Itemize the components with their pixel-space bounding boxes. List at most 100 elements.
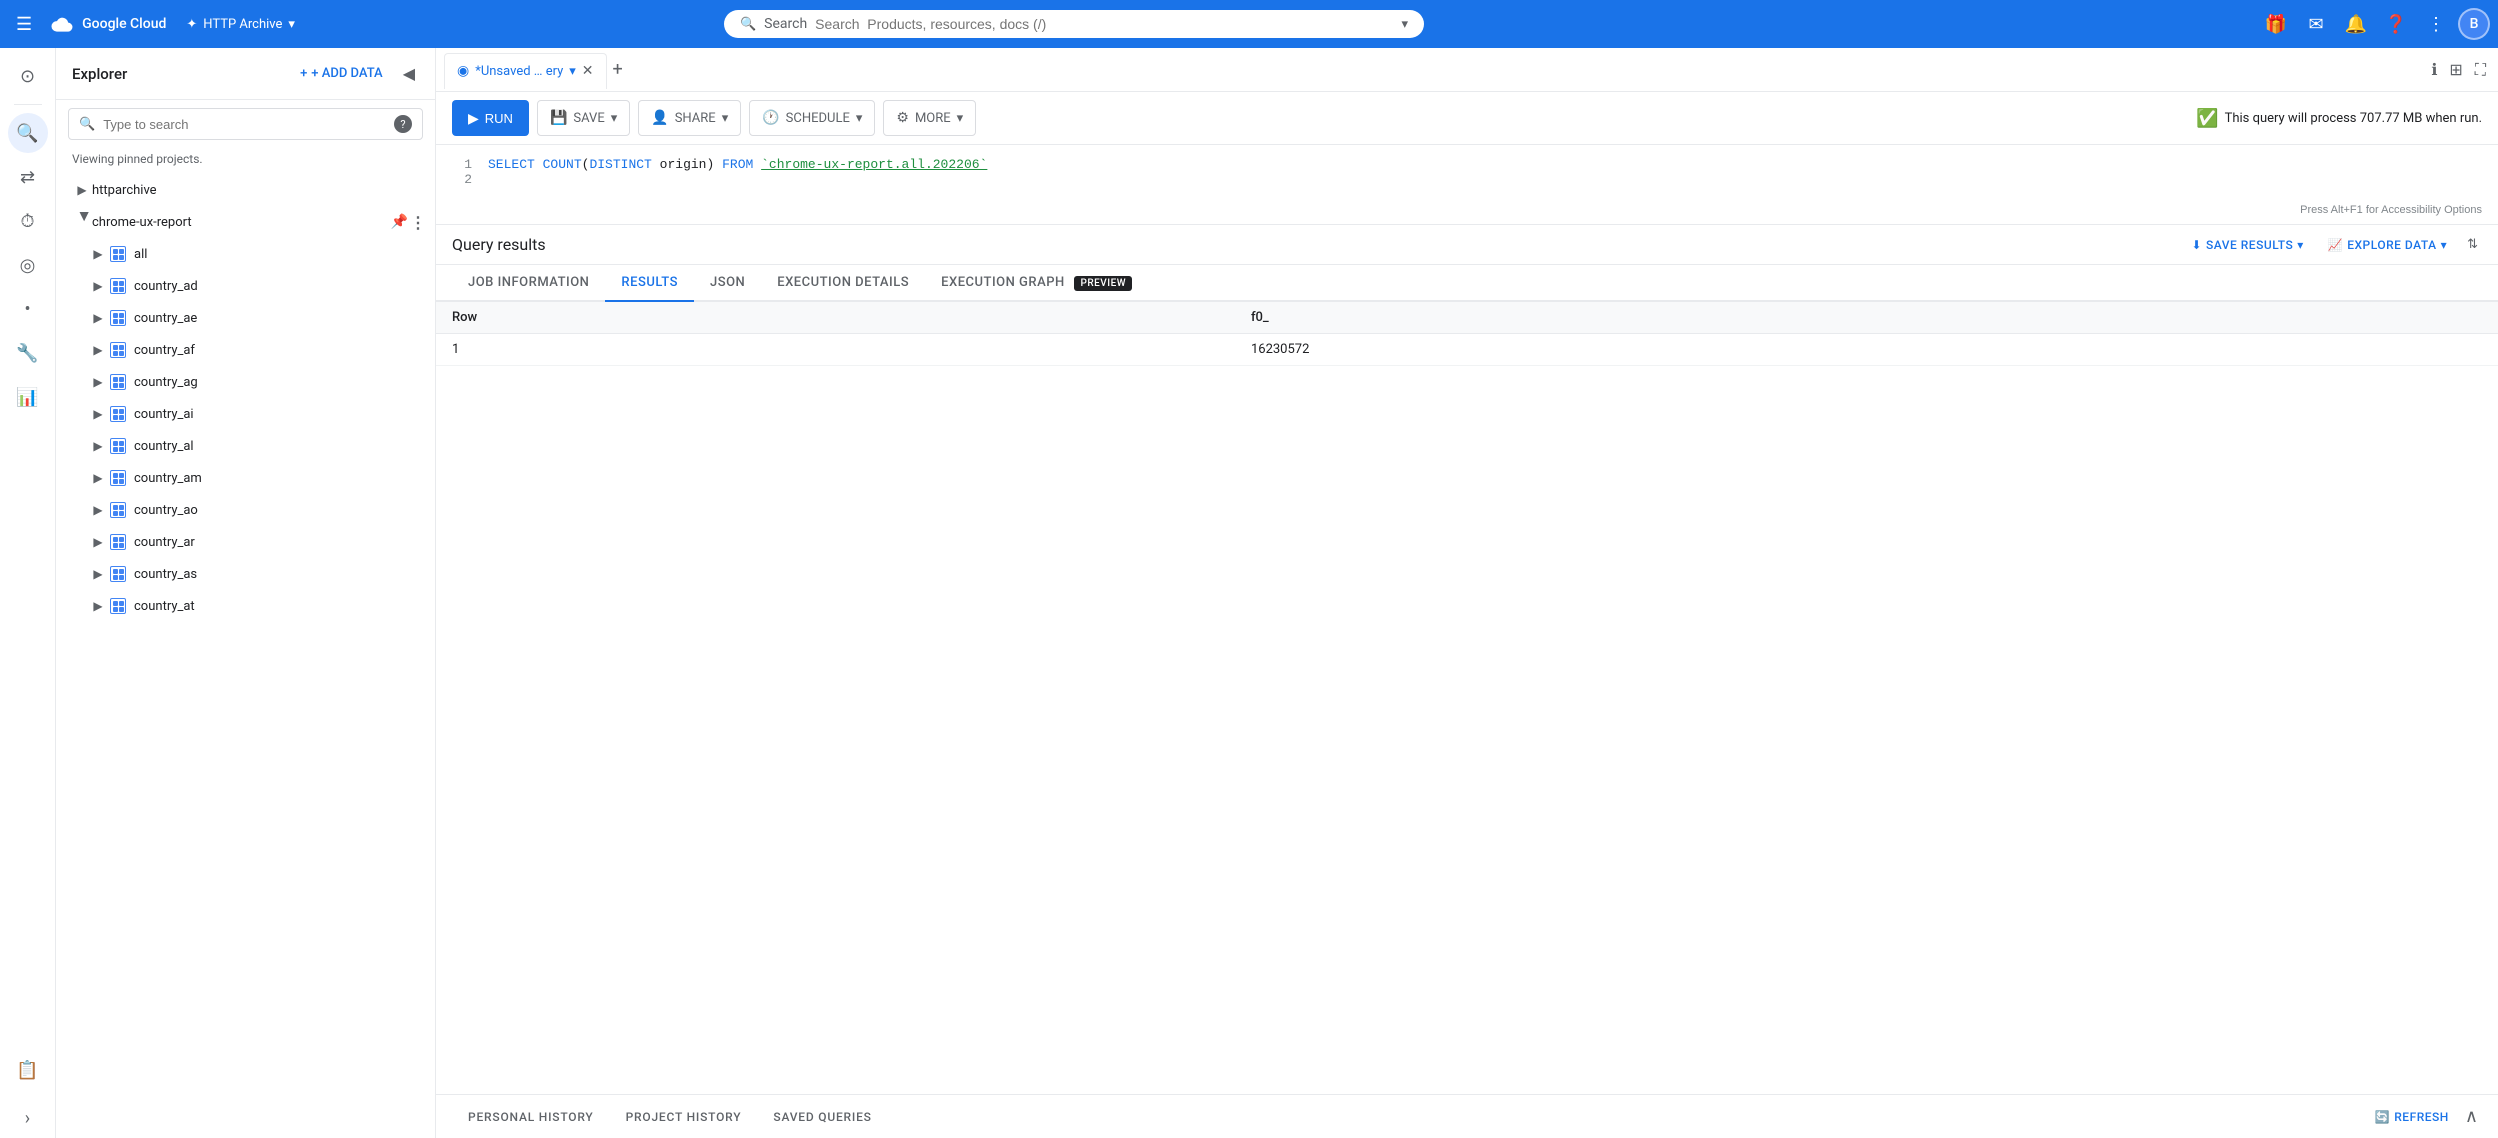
tab-table-button[interactable]: ⊞ bbox=[2445, 56, 2466, 83]
more-button[interactable]: ⚙ MORE ▾ bbox=[883, 100, 976, 136]
tab-saved-queries[interactable]: SAVED QUERIES bbox=[757, 1100, 887, 1134]
schedule-button[interactable]: 🕐 SCHEDULE ▾ bbox=[749, 100, 875, 136]
nav-icon-search[interactable]: 🔍 bbox=[8, 113, 48, 153]
tree-item-all[interactable]: ▶ all ⋮ bbox=[56, 238, 435, 270]
more-icon[interactable]: ⋮ bbox=[410, 245, 427, 264]
more-icon[interactable]: ⋮ bbox=[410, 565, 427, 584]
main-layout: ⊙ 🔍 ⇄ ⏱ ◎ • 🔧 📊 📋 › Explorer + + ADD DAT… bbox=[0, 48, 2498, 1138]
explore-data-button[interactable]: 📈 EXPLORE DATA ▾ bbox=[2320, 234, 2455, 256]
save-results-button[interactable]: ⬇ SAVE RESULTS ▾ bbox=[2183, 234, 2311, 256]
add-tab-button[interactable]: + bbox=[609, 55, 627, 84]
save-button[interactable]: 💾 SAVE ▾ bbox=[537, 100, 630, 136]
tab-json[interactable]: JSON bbox=[694, 265, 761, 302]
add-data-button[interactable]: + + ADD DATA bbox=[292, 62, 391, 85]
chevron-icon: ▶ bbox=[88, 244, 108, 264]
more-icon[interactable]: ⋮ bbox=[410, 309, 427, 328]
more-icon[interactable]: ⋮ bbox=[410, 469, 427, 488]
tree-item-country_ad[interactable]: ▶ country_ad ⋮ bbox=[56, 270, 435, 302]
help-icon[interactable]: ❓ bbox=[2378, 6, 2414, 42]
more-icon[interactable]: ⋮ bbox=[410, 533, 427, 552]
search-input[interactable] bbox=[815, 16, 1393, 32]
tree-item-country_ai[interactable]: ▶ country_ai ⋮ bbox=[56, 398, 435, 430]
nodes-icon: ✦ bbox=[186, 17, 197, 32]
tree-item-chrome-ux-report[interactable]: ▶ chrome-ux-report 📌 ⋮ bbox=[56, 206, 435, 238]
tab-project-history[interactable]: PROJECT HISTORY bbox=[610, 1100, 758, 1134]
tree-item-country_ar[interactable]: ▶ country_ar ⋮ bbox=[56, 526, 435, 558]
tab-personal-history[interactable]: PERSONAL HISTORY bbox=[452, 1100, 610, 1134]
tab-execution-graph[interactable]: EXECUTION GRAPH PREVIEW bbox=[925, 265, 1148, 302]
tree-item-country_al[interactable]: ▶ country_al ⋮ bbox=[56, 430, 435, 462]
tree-item-label: country_ai bbox=[134, 407, 410, 422]
tree-item-country_ao[interactable]: ▶ country_ao ⋮ bbox=[56, 494, 435, 526]
tab-info-button[interactable]: ℹ bbox=[2427, 56, 2441, 83]
more-settings-icon: ⚙ bbox=[896, 110, 909, 126]
more-icon[interactable]: ⋮ bbox=[410, 181, 427, 200]
dataset-icon bbox=[108, 468, 128, 488]
tree-item-country_am[interactable]: ▶ country_am ⋮ bbox=[56, 462, 435, 494]
query-tab-label: *Unsaved … ery bbox=[475, 64, 563, 79]
more-icon[interactable]: ⋮ bbox=[410, 213, 427, 232]
refresh-button[interactable]: 🔄 REFRESH bbox=[2367, 1106, 2457, 1128]
more-icon[interactable]: ⋮ bbox=[410, 373, 427, 392]
tree-item-label: country_al bbox=[134, 439, 410, 454]
collapse-panel-button[interactable]: ◀ bbox=[399, 60, 419, 87]
history-tabs: PERSONAL HISTORY PROJECT HISTORY SAVED Q… bbox=[436, 1094, 2498, 1138]
more-icon[interactable]: ⋮ bbox=[410, 437, 427, 456]
add-icon: + bbox=[300, 66, 307, 81]
keyword-from: FROM bbox=[722, 157, 753, 172]
expand-results-button[interactable]: ⇅ bbox=[2463, 233, 2482, 256]
tree-item-country_ae[interactable]: ▶ country_ae ⋮ bbox=[56, 302, 435, 334]
table-reference[interactable]: `chrome-ux-report.all.202206` bbox=[761, 157, 987, 172]
dataset-icon bbox=[108, 372, 128, 392]
user-avatar[interactable]: B bbox=[2458, 8, 2490, 40]
global-search[interactable]: 🔍 Search ▾ bbox=[724, 10, 1424, 38]
more-icon[interactable]: ⋮ bbox=[410, 277, 427, 296]
search-help-icon[interactable]: ? bbox=[394, 115, 412, 133]
tree-item-httparchive[interactable]: ▶ httparchive ⋮ bbox=[56, 174, 435, 206]
share-button[interactable]: 👤 SHARE ▾ bbox=[638, 100, 741, 136]
chat-icon[interactable]: ✉ bbox=[2298, 6, 2334, 42]
more-icon[interactable]: ⋮ bbox=[410, 405, 427, 424]
notifications-icon[interactable]: 🔔 bbox=[2338, 6, 2374, 42]
check-icon: ✅ bbox=[2196, 108, 2218, 129]
tab-dropdown-icon[interactable]: ▾ bbox=[569, 64, 576, 79]
tree-item-label: all bbox=[134, 247, 410, 262]
tree-item-country_ag[interactable]: ▶ country_ag ⋮ bbox=[56, 366, 435, 398]
more-vert-icon[interactable]: ⋮ bbox=[2418, 6, 2454, 42]
nav-icon-transfer[interactable]: ⇄ bbox=[8, 157, 48, 197]
tab-fullscreen-button[interactable]: ⛶ bbox=[2471, 56, 2490, 84]
run-button[interactable]: ▶ RUN bbox=[452, 100, 529, 136]
more-icon[interactable]: ⋮ bbox=[410, 341, 427, 360]
more-icon[interactable]: ⋮ bbox=[410, 597, 427, 616]
query-editor[interactable]: 1 SELECT COUNT(DISTINCT origin) FROM `ch… bbox=[436, 145, 2498, 225]
nav-icon-home[interactable]: ⊙ bbox=[8, 56, 48, 96]
nav-icon-schema[interactable]: ◎ bbox=[8, 245, 48, 285]
search-expand-icon[interactable]: ▾ bbox=[1401, 17, 1408, 32]
explorer-search-box[interactable]: 🔍 ? bbox=[68, 108, 423, 140]
collapse-bottom-button[interactable]: ∧ bbox=[2461, 1102, 2482, 1131]
tab-close-button[interactable]: ✕ bbox=[582, 64, 594, 78]
google-cloud-text: Google Cloud bbox=[82, 16, 166, 32]
nav-icon-expand[interactable]: › bbox=[8, 1098, 48, 1138]
tab-job-information[interactable]: JOB INFORMATION bbox=[452, 265, 605, 302]
gifts-icon[interactable]: 🎁 bbox=[2258, 6, 2294, 42]
more-icon[interactable]: ⋮ bbox=[410, 501, 427, 520]
results-title: Query results bbox=[452, 235, 546, 254]
icon-navigation: ⊙ 🔍 ⇄ ⏱ ◎ • 🔧 📊 📋 › bbox=[0, 48, 56, 1138]
tab-execution-details[interactable]: EXECUTION DETAILS bbox=[761, 265, 925, 302]
explorer-search-input[interactable] bbox=[103, 117, 386, 132]
project-selector[interactable]: ✦ HTTP Archive ▾ bbox=[178, 13, 303, 36]
tree-item-country_at[interactable]: ▶ country_at ⋮ bbox=[56, 590, 435, 622]
nav-icon-dot[interactable]: • bbox=[8, 289, 48, 329]
tab-results[interactable]: RESULTS bbox=[605, 265, 694, 302]
nav-icon-chart[interactable]: 📊 bbox=[8, 377, 48, 417]
query-tab-unsaved[interactable]: ◉ *Unsaved … ery ▾ ✕ bbox=[444, 53, 607, 89]
menu-icon[interactable]: ☰ bbox=[8, 6, 40, 43]
refresh-label: REFRESH bbox=[2394, 1110, 2449, 1124]
nav-icon-tools[interactable]: 🔧 bbox=[8, 333, 48, 373]
nav-icon-doc[interactable]: 📋 bbox=[8, 1054, 48, 1094]
tree-item-country_as[interactable]: ▶ country_as ⋮ bbox=[56, 558, 435, 590]
tab-json-label: JSON bbox=[710, 275, 745, 290]
tree-item-country_af[interactable]: ▶ country_af ⋮ bbox=[56, 334, 435, 366]
nav-icon-history[interactable]: ⏱ bbox=[8, 201, 48, 241]
